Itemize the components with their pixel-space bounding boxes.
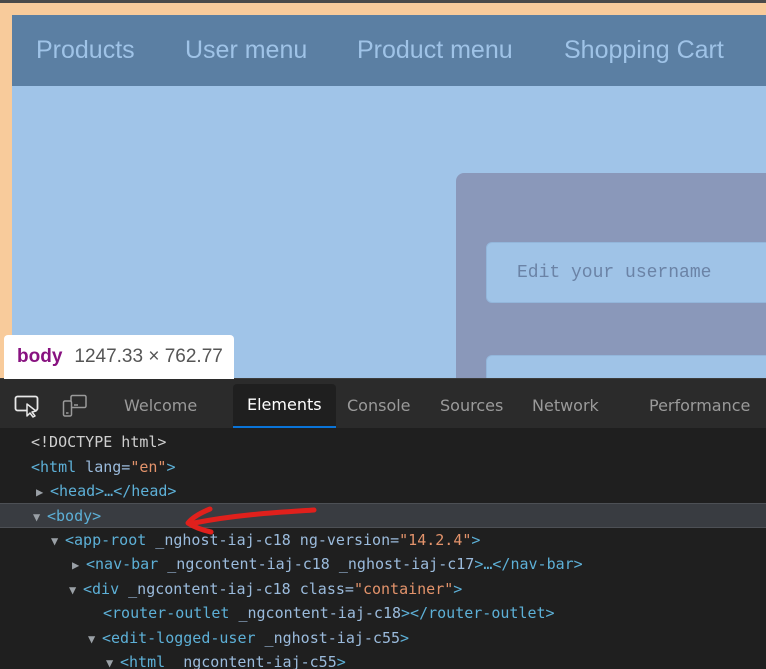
dom-node-head[interactable]: ▶ <head>…</head>	[0, 479, 766, 504]
collapse-triangle-icon[interactable]: ▼	[51, 529, 65, 553]
dom-tree: <!DOCTYPE html> <html lang="en"> ▶ <head>…	[0, 428, 766, 669]
tag-text: <edit-logged-user	[102, 629, 256, 647]
tag-text: <html	[120, 653, 166, 669]
tooltip-dimensions: 1247.33 × 762.77	[74, 346, 223, 367]
tag-text: <router-outlet	[103, 604, 230, 622]
window-top-edge	[0, 0, 766, 3]
tab-sources[interactable]: Sources	[426, 384, 517, 428]
attr-value-text: "14.2.4"	[399, 531, 472, 549]
tag-text: >	[400, 629, 410, 647]
tab-console[interactable]: Console	[333, 384, 425, 428]
expand-triangle-icon[interactable]: ▶	[72, 553, 86, 577]
tag-text: >	[453, 580, 463, 598]
dom-node-edit-logged-user[interactable]: ▼ <edit-logged-user _nghost-iaj-c55>	[0, 626, 766, 651]
tag-text: >	[471, 531, 481, 549]
tag-text: <app-root	[65, 531, 147, 549]
expand-triangle-icon[interactable]: ▶	[36, 480, 50, 504]
attr-text: _ngcontent-iaj-c18 class=	[119, 580, 354, 598]
page-body: Products User menu Product menu Shopping…	[12, 15, 766, 378]
inspect-tooltip: body 1247.33 × 762.77	[4, 335, 234, 379]
tag-text: ></router-outlet>	[401, 604, 555, 622]
attr-text: _ngcontent-iaj-c18 _nghost-iaj-c17	[158, 555, 475, 573]
nav-item-shopping-cart[interactable]: Shopping Cart	[564, 36, 724, 65]
doctype-text: <!DOCTYPE html>	[31, 433, 167, 451]
tag-text: >	[336, 653, 346, 669]
browser-viewport: Products User menu Product menu Shopping…	[0, 0, 766, 378]
collapse-triangle-icon[interactable]: ▼	[69, 578, 83, 602]
attr-text: _ngcontent-iaj-c18	[229, 604, 402, 622]
tab-welcome[interactable]: Welcome	[110, 384, 211, 428]
tag-text: <head>…</head>	[50, 482, 177, 500]
tab-performance[interactable]: Performance	[635, 384, 764, 428]
attr-text: _ngcontent-iaj-c55	[165, 653, 337, 669]
nav-bar: Products User menu Product menu Shopping…	[12, 15, 766, 86]
attr-value-text: "container"	[353, 580, 454, 598]
tag-text: >	[166, 458, 176, 476]
collapse-triangle-icon[interactable]: ▼	[33, 505, 47, 529]
attr-text: lang=	[76, 458, 131, 476]
second-input[interactable]	[486, 355, 766, 378]
tag-text: <html	[31, 458, 77, 476]
tab-network[interactable]: Network	[518, 384, 613, 428]
device-toolbar-icon[interactable]	[62, 394, 88, 418]
dom-node-app-root[interactable]: ▼ <app-root _nghost-iaj-c18 ng-version="1…	[0, 528, 766, 553]
dom-node-inner-html[interactable]: ▼ <html _ngcontent-iaj-c55>	[0, 650, 766, 669]
devtools-panel: Welcome Elements Console Sources Network…	[0, 378, 766, 669]
tag-text: <div	[83, 580, 120, 598]
tag-text: <nav-bar	[86, 555, 159, 573]
nav-item-user-menu[interactable]: User menu	[185, 36, 307, 65]
nav-item-product-menu[interactable]: Product menu	[357, 36, 513, 65]
collapse-triangle-icon[interactable]: ▼	[106, 651, 120, 669]
dom-node-doctype[interactable]: <!DOCTYPE html>	[0, 430, 766, 455]
tag-text: >…</nav-bar>	[474, 555, 583, 573]
dom-node-div-container[interactable]: ▼ <div _ngcontent-iaj-c18 class="containe…	[0, 577, 766, 602]
dom-node-html[interactable]: <html lang="en">	[0, 455, 766, 480]
dom-node-router-outlet[interactable]: <router-outlet _ngcontent-iaj-c18></rout…	[0, 601, 766, 626]
edit-user-card	[456, 173, 766, 378]
attr-value-text: "en"	[130, 458, 167, 476]
inspect-element-icon[interactable]	[14, 394, 40, 418]
attr-text: _nghost-iaj-c55	[255, 629, 401, 647]
nav-item-products[interactable]: Products	[36, 36, 135, 65]
tab-elements[interactable]: Elements	[233, 384, 336, 428]
tag-text: <body>	[47, 507, 102, 525]
tooltip-tag-name: body	[17, 346, 63, 367]
devtools-toolbar: Welcome Elements Console Sources Network…	[0, 378, 766, 428]
collapse-triangle-icon[interactable]: ▼	[88, 627, 102, 651]
dom-node-body-selected[interactable]: ▼ <body>	[0, 503, 766, 528]
dom-node-nav-bar[interactable]: ▶ <nav-bar _ngcontent-iaj-c18 _nghost-iaj…	[0, 552, 766, 577]
username-input[interactable]	[486, 242, 766, 303]
red-arrow-annotation-icon	[185, 506, 317, 535]
